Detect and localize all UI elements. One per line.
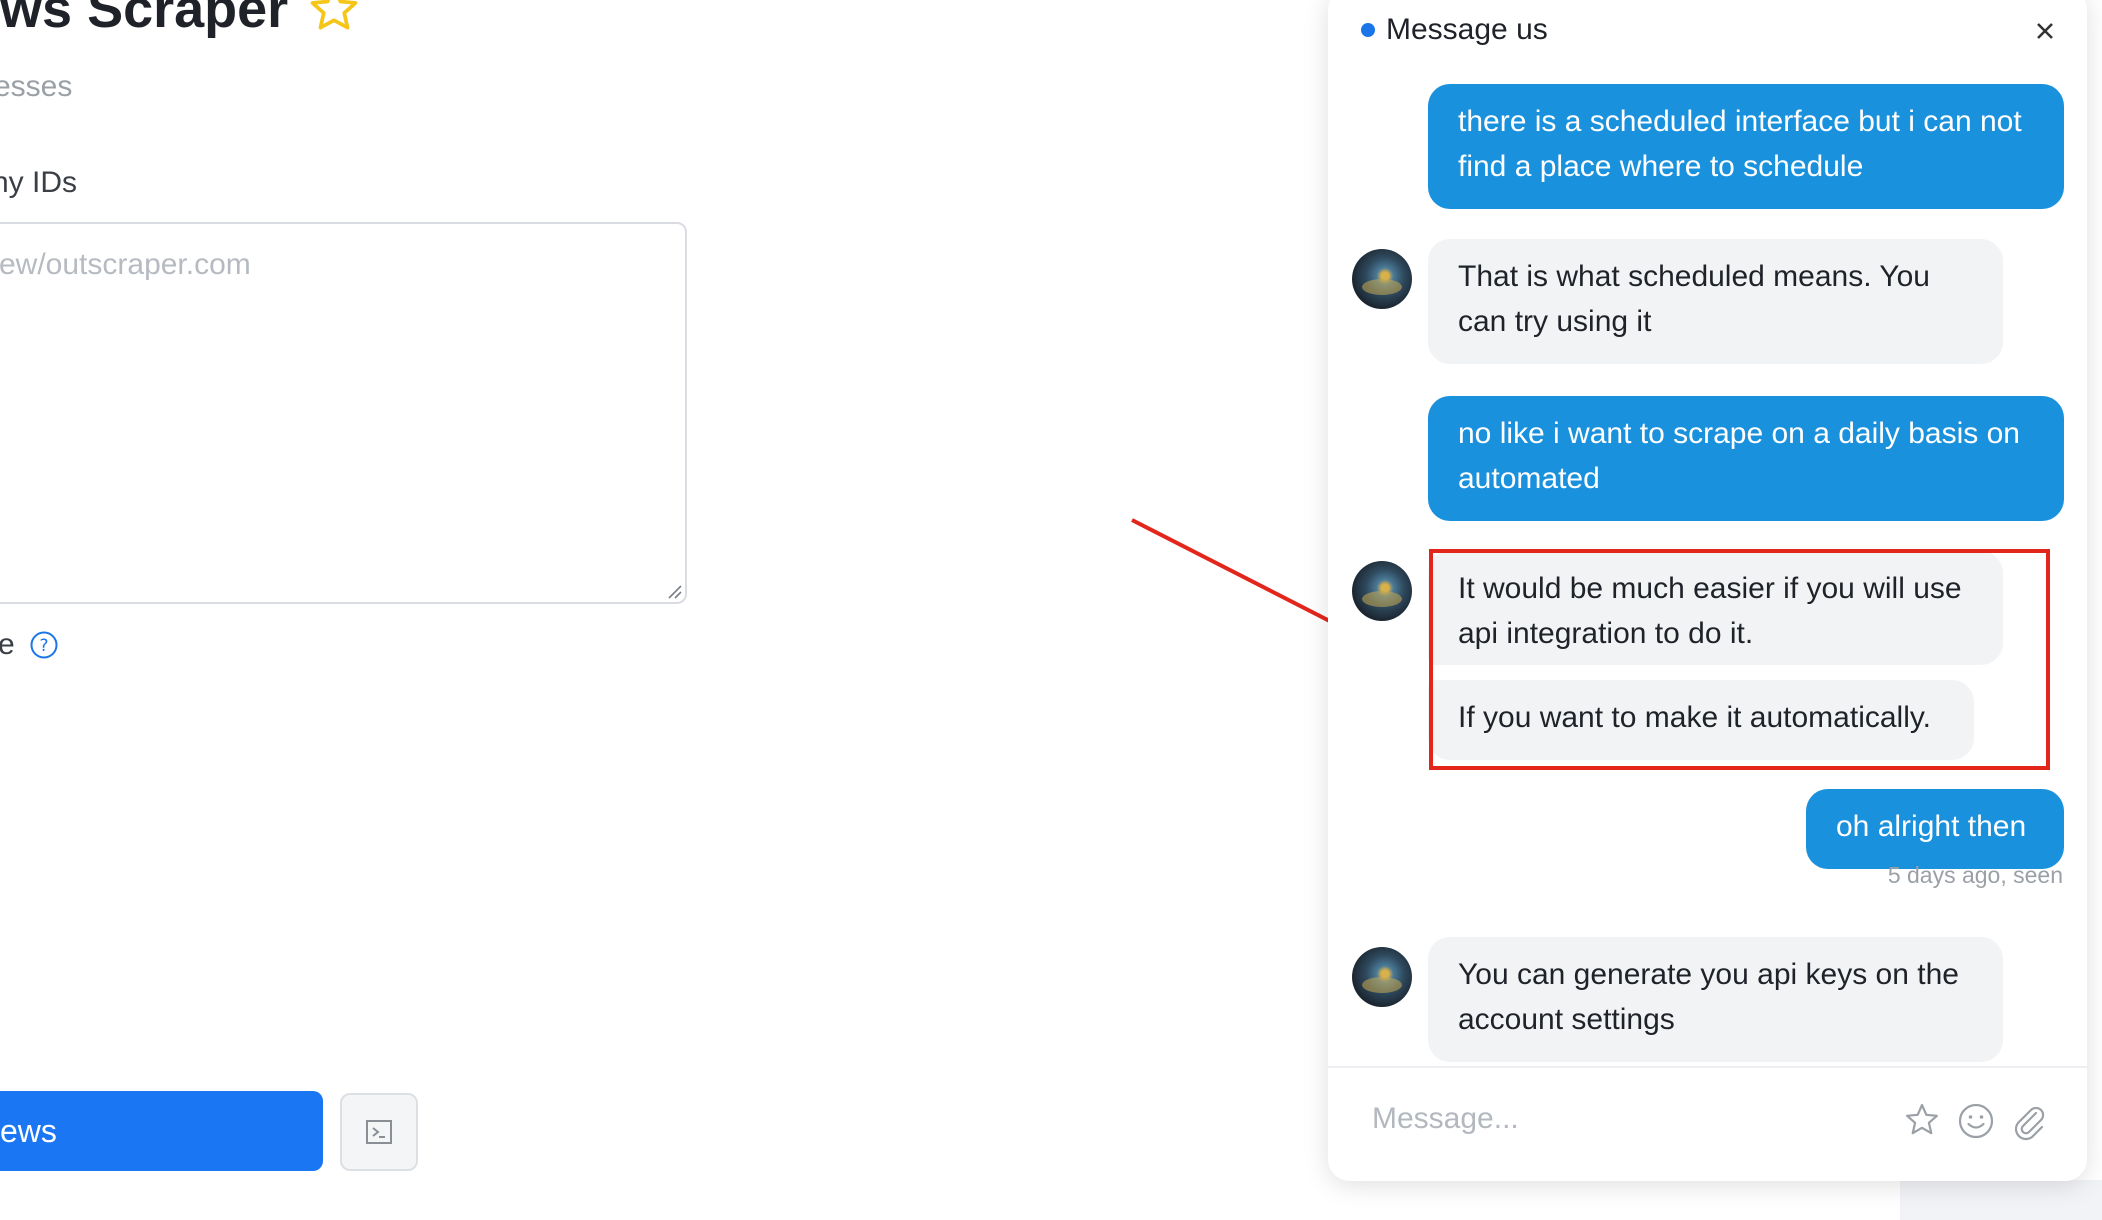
company-ids-textarea[interactable]: ew/outscraper.com: [0, 222, 687, 604]
message-bubble-user: oh alright then: [1806, 789, 2064, 869]
message-bubble-agent: You can generate you api keys on the acc…: [1428, 937, 2003, 1062]
terminal-icon: [366, 1120, 392, 1144]
message-seen-status: 5 days ago, seen: [1887, 862, 2063, 888]
svg-text:?: ?: [39, 636, 48, 656]
close-icon[interactable]: [2034, 20, 2056, 42]
page-subtitle: esses: [0, 70, 73, 103]
option-row: e ?: [0, 628, 59, 662]
annotation-highlight-box: [1429, 549, 2050, 770]
chat-title: Message us: [1386, 13, 1548, 46]
paperclip-icon[interactable]: [2008, 1101, 2048, 1141]
chat-header: Message us: [1328, 0, 2087, 58]
company-ids-label: ny IDs: [0, 166, 78, 199]
message-bubble-agent: That is what scheduled means. You can tr…: [1428, 239, 2003, 364]
page-title-text: ews Scraper: [0, 0, 289, 39]
resize-handle-icon[interactable]: [665, 582, 683, 600]
page-title: ews Scraper: [0, 0, 362, 40]
page-shade: [1900, 1180, 2102, 1220]
star-outline-icon[interactable]: [306, 0, 362, 37]
message-input[interactable]: Message...: [1372, 1102, 1519, 1136]
question-circle-icon[interactable]: ?: [29, 630, 59, 660]
get-reviews-button[interactable]: ews: [0, 1091, 323, 1171]
message-bubble-user: there is a scheduled interface but i can…: [1428, 84, 2064, 209]
online-status-dot: [1361, 23, 1375, 37]
textarea-placeholder: ew/outscraper.com: [0, 248, 251, 281]
smiley-icon[interactable]: [1956, 1101, 1996, 1141]
message-composer: Message...: [1328, 1066, 2087, 1181]
agent-avatar: [1352, 947, 1412, 1007]
agent-avatar: [1352, 561, 1412, 621]
message-bubble-user: no like i want to scrape on a daily basi…: [1428, 396, 2064, 521]
get-reviews-button-label: ews: [0, 1112, 57, 1149]
chat-widget: Message us there is a scheduled interfac…: [1328, 0, 2087, 1181]
console-button[interactable]: [340, 1093, 418, 1171]
star-sparkle-icon[interactable]: [1902, 1101, 1942, 1141]
option-label: e: [0, 628, 15, 661]
agent-avatar: [1352, 249, 1412, 309]
